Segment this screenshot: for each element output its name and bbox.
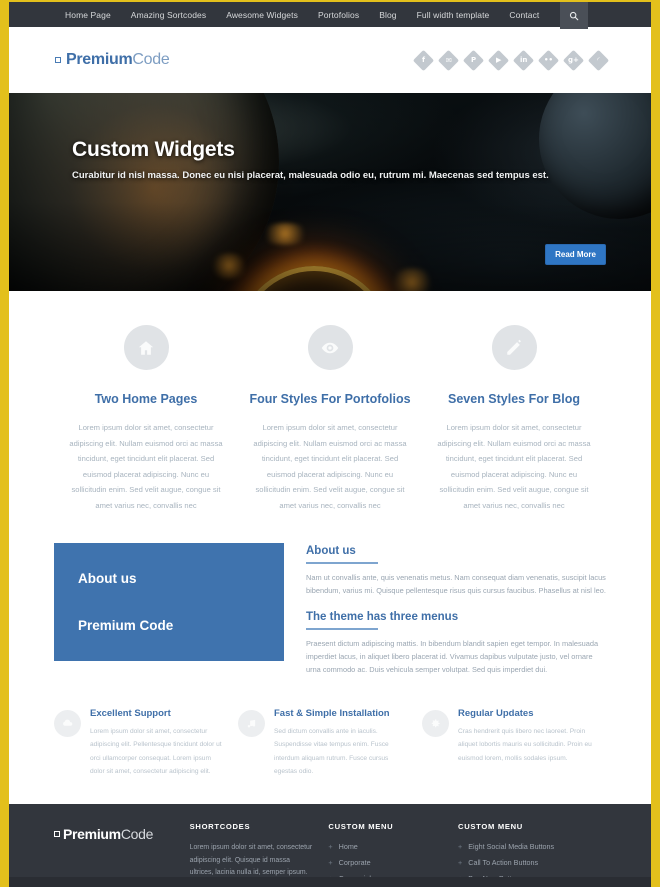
feature-title: Seven Styles For Blog	[448, 392, 580, 406]
feature-text: Lorem ipsum dolor sit amet, consectetur …	[437, 423, 591, 510]
feature-column: Two Home Pages Lorem ipsum dolor sit ame…	[54, 325, 238, 513]
footer-link-call-to-action-buttons[interactable]: Call To Action Buttons	[458, 858, 590, 867]
service-icon-circle	[238, 710, 265, 738]
feature-icon-circle	[491, 325, 537, 370]
gear-icon	[431, 719, 440, 728]
site-logo[interactable]: PremiumCode	[55, 51, 170, 69]
site-footer: PremiumCode SHORTCODES Lorem ipsum dolor…	[9, 803, 651, 887]
service-title: Excellent Support	[90, 708, 171, 720]
home-icon	[138, 340, 154, 355]
rss-icon[interactable]: ◜	[587, 49, 610, 71]
main-menu: Home Page Amazing Sortcodes Awesome Widg…	[55, 10, 549, 20]
footer-heading-shortcodes: SHORTCODES	[189, 821, 251, 831]
read-more-button[interactable]: Read More	[545, 244, 606, 265]
feature-column: Four Styles For Portofolios Lorem ipsum …	[238, 325, 422, 513]
hero-slider: Custom Widgets Curabitur id nisl massa. …	[9, 93, 651, 291]
nav-portofolios[interactable]: Portofolios	[308, 10, 369, 20]
footer-logo-strong: Premium	[63, 825, 121, 842]
footer-bottom-strip	[9, 877, 651, 887]
pencil-icon	[507, 339, 521, 355]
nav-amazing-sortcodes[interactable]: Amazing Sortcodes	[121, 10, 216, 20]
footer-logo-text: PremiumCode	[63, 826, 153, 842]
flickr-icon[interactable]: ••	[537, 49, 560, 71]
footer-logo-square-icon	[54, 830, 60, 837]
service-item: Excellent Support Lorem ipsum dolor sit …	[54, 708, 238, 778]
feature-text: Lorem ipsum dolor sit amet, consectetur …	[253, 423, 407, 510]
feature-icon-circle	[307, 325, 353, 370]
services-section: Excellent Support Lorem ipsum dolor sit …	[9, 690, 651, 804]
about-block2-rule	[306, 628, 378, 631]
about-block1-title: About us	[306, 545, 356, 558]
search-button[interactable]	[560, 2, 588, 29]
top-navigation-bar: Home Page Amazing Sortcodes Awesome Widg…	[9, 0, 651, 29]
nav-home-page[interactable]: Home Page	[55, 10, 121, 20]
service-body: Fast & Simple Installation Sed dictum co…	[274, 708, 410, 778]
logo-light: Code	[132, 51, 170, 68]
about-panel-title-1: About us	[78, 571, 137, 587]
about-block2-title: The theme has three menus	[306, 611, 459, 624]
hero-title: Custom Widgets	[72, 138, 235, 161]
page-root: Home Page Amazing Sortcodes Awesome Widg…	[0, 0, 660, 887]
footer-link-eight-social-media-buttons[interactable]: Eight Social Media Buttons	[458, 842, 590, 851]
about-panel-title-2: Premium Code	[78, 618, 174, 634]
service-body: Regular Updates Cras hendrerit quis libe…	[458, 708, 594, 778]
service-item: Fast & Simple Installation Sed dictum co…	[238, 708, 422, 778]
about-block1-rule	[306, 562, 378, 565]
twitter-icon[interactable]: ✉	[437, 49, 460, 71]
search-icon	[569, 11, 579, 20]
facebook-icon[interactable]: f	[412, 49, 435, 71]
service-text: Sed dictum convallis ante in iaculis. Su…	[274, 728, 389, 775]
feature-title: Four Styles For Portofolios	[249, 392, 411, 406]
logo-strong: Premium	[66, 51, 133, 68]
service-text: Lorem ipsum dolor sit amet, consectetur …	[90, 728, 222, 775]
googleplus-icon[interactable]: g+	[562, 49, 585, 71]
footer-heading-custom-menu-2: CUSTOM MENU	[458, 821, 523, 831]
pinterest-icon[interactable]: P	[462, 49, 485, 71]
service-item: Regular Updates Cras hendrerit quis libe…	[422, 708, 606, 778]
service-text: Cras hendrerit quis libero nec laoreet. …	[458, 728, 592, 762]
footer-link-corporate[interactable]: Corporate	[328, 858, 442, 867]
hero-copy: Custom Widgets Curabitur id nisl massa. …	[72, 138, 549, 181]
eye-icon	[321, 342, 339, 353]
hero-subtitle: Curabitur id nisl massa. Donec eu nisi p…	[72, 170, 549, 181]
cloud-icon	[63, 719, 73, 726]
header-social-list: f ✉ P ▶ in •• g+ ◜	[412, 49, 610, 71]
service-icon-circle	[54, 710, 81, 738]
feature-text: Lorem ipsum dolor sit amet, consectetur …	[69, 423, 223, 510]
youtube-icon[interactable]: ▶	[487, 49, 510, 71]
nav-full-width-template[interactable]: Full width template	[407, 10, 500, 20]
music-note-icon	[247, 719, 256, 728]
feature-icon-circle	[123, 325, 169, 370]
service-title: Regular Updates	[458, 708, 534, 720]
logo-text: PremiumCode	[66, 51, 170, 69]
about-text-column: About us Nam ut convallis ante, quis ven…	[306, 543, 606, 690]
nav-blog[interactable]: Blog	[369, 10, 406, 20]
linkedin-icon[interactable]: in	[512, 49, 535, 71]
features-section: Two Home Pages Lorem ipsum dolor sit ame…	[9, 291, 651, 534]
nav-contact[interactable]: Contact	[499, 10, 549, 20]
about-blue-panel: About us Premium Code	[54, 543, 284, 662]
service-icon-circle	[422, 710, 449, 738]
logo-square-icon	[55, 57, 61, 63]
feature-column: Seven Styles For Blog Lorem ipsum dolor …	[422, 325, 606, 513]
about-block2-text: Praesent dictum adipiscing mattis. In bi…	[306, 639, 599, 675]
about-section: About us Premium Code About us Nam ut co…	[9, 533, 651, 690]
service-body: Excellent Support Lorem ipsum dolor sit …	[90, 708, 226, 778]
about-block1-text: Nam ut convallis ante, quis venenatis me…	[306, 573, 606, 596]
site-header: PremiumCode f ✉ P ▶ in •• g+ ◜	[9, 27, 651, 93]
footer-logo-light: Code	[120, 825, 154, 842]
service-title: Fast & Simple Installation	[274, 708, 390, 720]
feature-title: Two Home Pages	[94, 392, 198, 406]
footer-link-home[interactable]: Home	[328, 842, 442, 851]
nav-awesome-widgets[interactable]: Awesome Widgets	[216, 10, 308, 20]
footer-heading-custom-menu-1: CUSTOM MENU	[328, 821, 394, 831]
